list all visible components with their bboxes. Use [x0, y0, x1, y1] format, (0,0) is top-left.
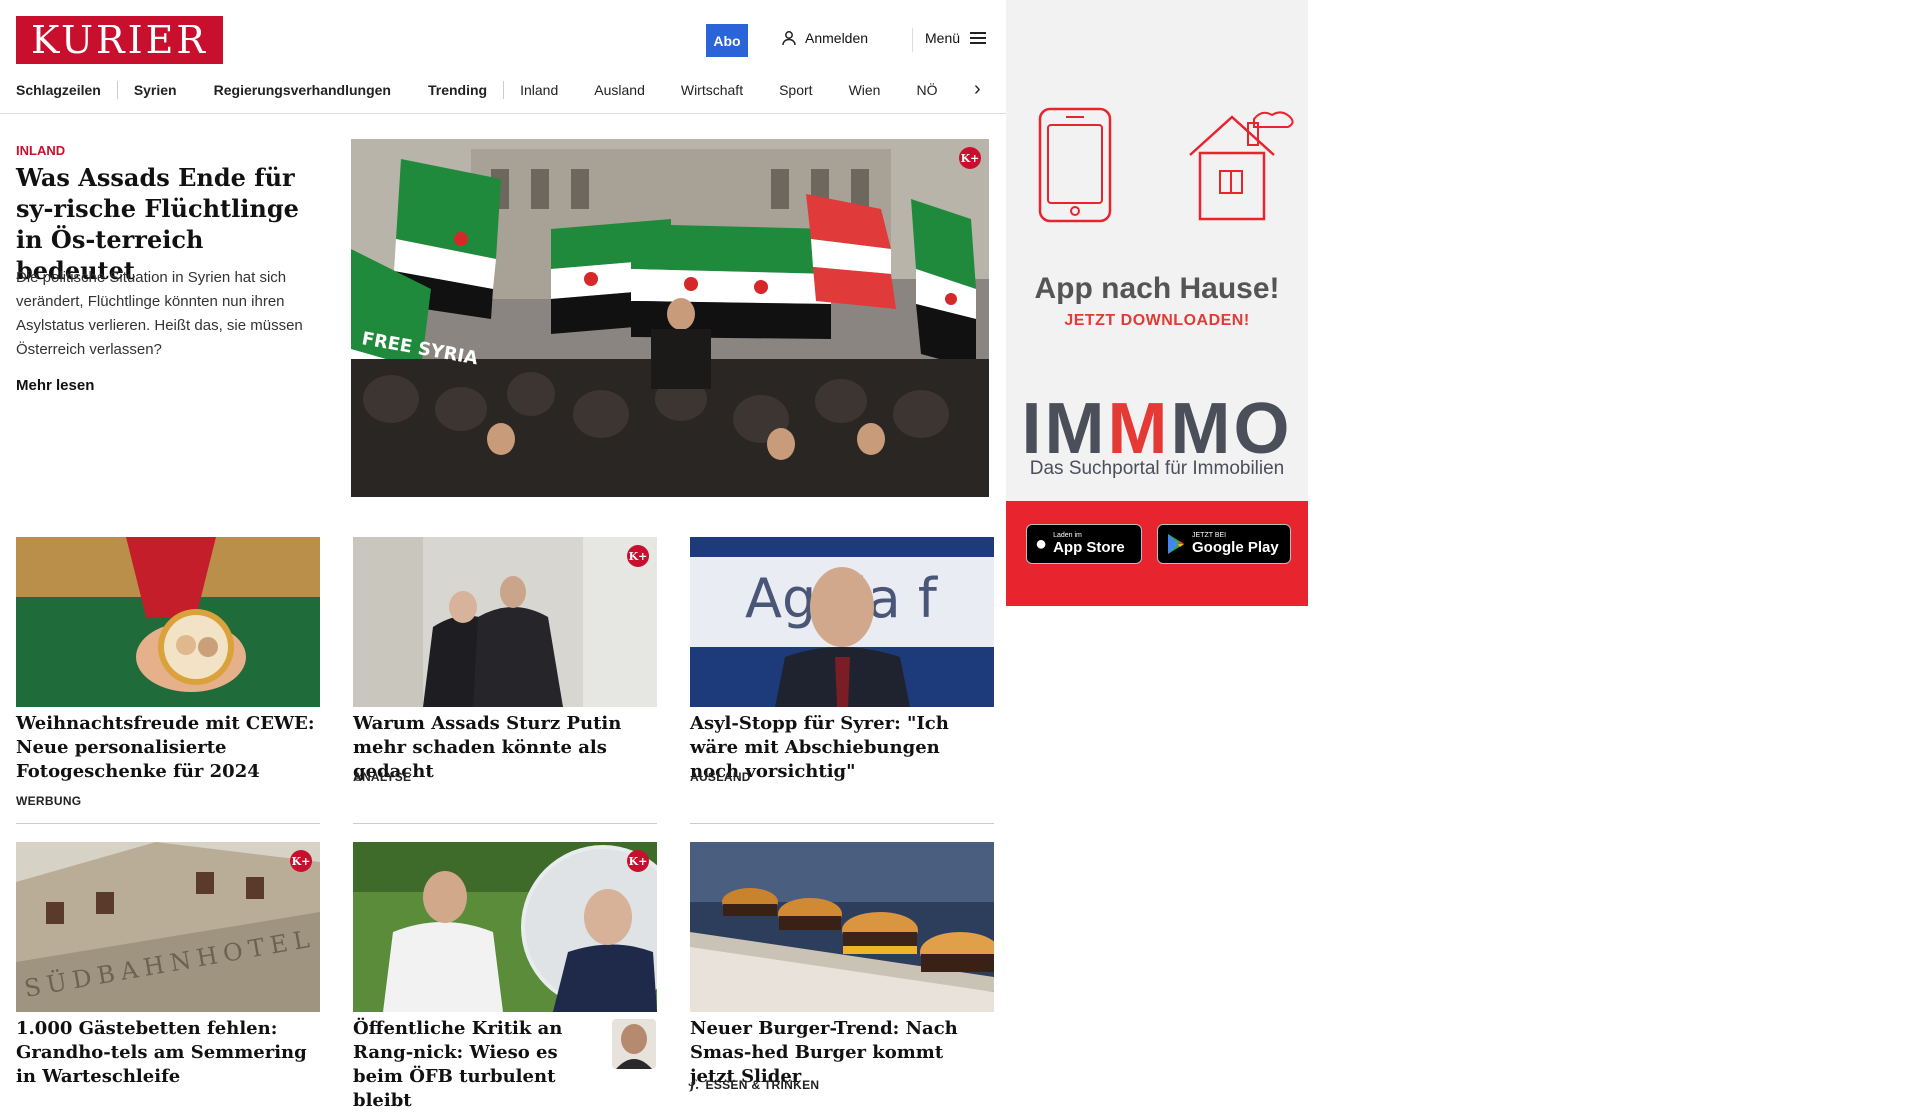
putin-assad-photo — [353, 537, 657, 707]
google-play-icon — [1168, 534, 1184, 554]
app-store-button[interactable]: ● Laden im App Store — [1026, 524, 1142, 564]
nav-item-sport[interactable]: Sport — [779, 82, 812, 98]
card-category[interactable]: ANALYSE — [353, 770, 411, 784]
nav-item-trending[interactable]: Trending — [428, 82, 487, 98]
lead-kicker[interactable]: INLAND — [16, 143, 65, 158]
user-icon — [782, 31, 796, 46]
login-button[interactable]: Anmelden — [781, 30, 868, 46]
kplus-premium-icon: K+ — [959, 147, 981, 169]
menu-button[interactable]: Menü — [925, 30, 987, 46]
kplus-premium-icon: K+ — [290, 850, 312, 872]
login-label: Anmelden — [805, 30, 869, 46]
kplus-premium-icon: K+ — [627, 545, 649, 567]
politician-photo: Ag da f — [690, 537, 994, 707]
row-divider — [16, 823, 320, 824]
card-image-cewe[interactable] — [16, 537, 320, 707]
immmo-tagline: Das Suchportal für Immobilien — [1029, 458, 1285, 479]
lead-image[interactable]: FREE SYRIA K+ — [351, 139, 989, 497]
immmo-logo-part: IM — [1021, 389, 1108, 469]
nav-divider — [116, 81, 118, 99]
nav-item-wirtschaft[interactable]: Wirtschaft — [681, 82, 743, 98]
immmo-advertisement[interactable]: App nach Hause! JETZT DOWNLOADEN! IMMMO … — [1006, 0, 1308, 606]
card-category[interactable]: AUSLAND — [690, 770, 751, 784]
menu-label: Menü — [925, 30, 961, 46]
essen-trinken-icon: f. — [690, 1078, 700, 1092]
card-image-rangnick[interactable]: K+ — [353, 842, 657, 1012]
lead-teaser: Die politische Situation in Syrien hat s… — [16, 269, 303, 358]
app-store-label: App Store — [1053, 538, 1125, 556]
card-image-asyl[interactable]: Ag da f — [690, 537, 994, 707]
card-category[interactable]: WERBUNG — [16, 794, 81, 808]
card-headline[interactable]: Öffentliche Kritik an Rang-nick: Wieso e… — [353, 1017, 598, 1113]
immmo-logo-part: MO — [1170, 389, 1293, 469]
author-avatar[interactable] — [612, 1019, 656, 1069]
house-icon — [1189, 111, 1294, 221]
kurier-logo[interactable]: KURIER — [16, 16, 223, 64]
nav-item-noe[interactable]: NÖ — [916, 82, 937, 98]
abo-button[interactable]: Abo — [706, 24, 748, 57]
nav-item-syrien[interactable]: Syrien — [134, 82, 177, 98]
google-play-button[interactable]: JETZT BEI Google Play — [1157, 524, 1291, 564]
card-headline[interactable]: Weihnachtsfreude mit CEWE: Neue personal… — [16, 712, 320, 784]
card-category[interactable]: f. ESSEN & TRINKEN — [690, 1078, 819, 1092]
card-headline[interactable]: 1.000 Gästebetten fehlen: Grandho-tels a… — [16, 1017, 320, 1089]
burger-photo — [690, 842, 994, 1012]
row-divider — [690, 823, 994, 824]
read-more-link[interactable]: Mehr lesen — [16, 377, 94, 394]
nav-item-inland[interactable]: Inland — [520, 82, 558, 98]
immmo-logo-accent: M — [1107, 389, 1171, 469]
hamburger-icon — [970, 32, 987, 44]
card-category-label: ESSEN & TRINKEN — [705, 1078, 820, 1092]
nav-scroll-right-icon[interactable]: › — [974, 78, 981, 101]
kplus-premium-icon: K+ — [627, 850, 649, 872]
card-image-burger[interactable] — [690, 842, 994, 1012]
nav-divider — [503, 81, 505, 99]
nav-divider-line — [0, 113, 1006, 114]
nav-item-wien[interactable]: Wien — [849, 82, 881, 98]
google-play-label: Google Play — [1192, 538, 1279, 556]
ad-headline: App nach Hause! — [1034, 272, 1280, 305]
apple-icon: ● — [1035, 532, 1048, 555]
syria-protest-photo: FREE SYRIA — [351, 139, 989, 497]
ad-download-cta[interactable]: JETZT DOWNLOADEN! — [1006, 312, 1308, 330]
nav-item-schlagzeilen[interactable]: Schlagzeilen — [16, 82, 101, 98]
rangnick-photo — [353, 842, 657, 1012]
avatar-photo — [616, 1024, 652, 1069]
nav-item-ausland[interactable]: Ausland — [594, 82, 645, 98]
topic-nav: Schlagzeilen Syrien Regierungsverhandlun… — [16, 80, 996, 100]
hotel-photo: SÜDBAHNHOTEL — [16, 842, 320, 1012]
nav-item-regierungsverhandlungen[interactable]: Regierungsverhandlungen — [214, 82, 391, 98]
ornament-photo — [16, 537, 320, 707]
card-image-putin[interactable]: K+ — [353, 537, 657, 707]
card-image-hotel[interactable]: SÜDBAHNHOTEL K+ — [16, 842, 320, 1012]
smartphone-icon — [1038, 107, 1112, 223]
row-divider — [353, 823, 657, 824]
header-divider — [912, 28, 913, 52]
